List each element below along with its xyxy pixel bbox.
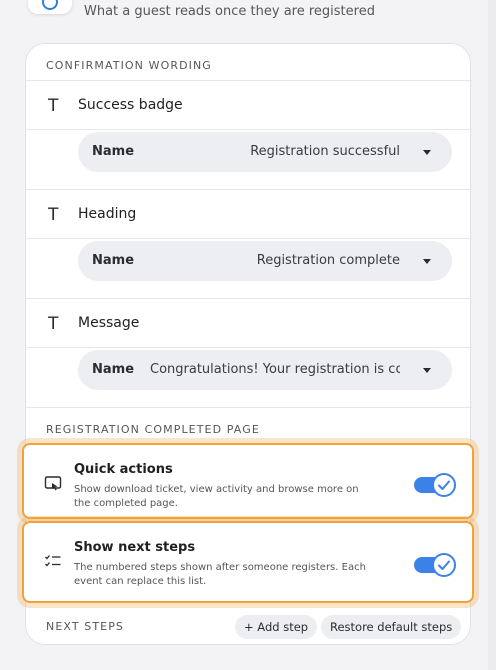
divider bbox=[26, 189, 472, 190]
field-message: T Message bbox=[26, 300, 472, 348]
divider bbox=[26, 347, 472, 348]
section-subtitle: What a guest reads once they are registe… bbox=[84, 4, 375, 19]
name-label: Name bbox=[92, 144, 135, 159]
wording-card: CONFIRMATION WORDING T Success badge Nam… bbox=[22, 43, 474, 645]
add-step-button[interactable]: + Add step bbox=[235, 615, 318, 639]
scrollbar-track[interactable] bbox=[488, 0, 496, 670]
toggle-description: The numbered steps shown after someone r… bbox=[74, 562, 366, 587]
caret-down-icon bbox=[423, 259, 431, 264]
quick-actions-toggle[interactable] bbox=[414, 473, 456, 497]
caret-down-icon bbox=[423, 368, 431, 373]
caret-down-icon bbox=[423, 150, 431, 155]
name-value: Registration successful bbox=[250, 144, 400, 159]
name-value: Congratulations! Your registration is co bbox=[150, 362, 400, 377]
field-title: Success badge bbox=[78, 97, 183, 113]
divider bbox=[26, 80, 472, 81]
show-next-steps-row[interactable]: Show next steps The numbered steps shown… bbox=[22, 521, 474, 603]
restore-default-steps-button[interactable]: Restore default steps bbox=[321, 615, 462, 639]
field-title: Heading bbox=[78, 206, 137, 222]
field-title: Message bbox=[78, 315, 140, 331]
text-field-icon: T bbox=[48, 314, 59, 334]
quick-actions-row[interactable]: Quick actions Show download ticket, view… bbox=[22, 443, 474, 519]
field-heading: T Heading bbox=[26, 191, 472, 239]
divider bbox=[26, 129, 472, 130]
confirmation-section-label: CONFIRMATION WORDING bbox=[46, 59, 212, 72]
name-label: Name bbox=[92, 253, 135, 268]
divider bbox=[26, 298, 472, 299]
check-icon bbox=[432, 473, 456, 497]
text-field-icon: T bbox=[48, 205, 59, 225]
section-icon bbox=[28, 0, 72, 14]
divider bbox=[26, 238, 472, 239]
show-next-steps-toggle[interactable] bbox=[414, 553, 456, 577]
name-value: Registration complete bbox=[256, 253, 400, 268]
completed-page-section-label: REGISTRATION COMPLETED PAGE bbox=[46, 423, 260, 436]
check-icon bbox=[432, 553, 456, 577]
divider bbox=[26, 407, 472, 408]
touch-screen-icon bbox=[44, 476, 62, 491]
field-success-badge: T Success badge bbox=[26, 82, 472, 130]
top-strip: What a guest reads once they are registe… bbox=[0, 0, 496, 34]
name-label: Name bbox=[92, 362, 135, 377]
toggle-title: Quick actions bbox=[74, 462, 173, 477]
message-name-select[interactable]: Name Congratulations! Your registration … bbox=[78, 350, 452, 390]
toggle-title: Show next steps bbox=[74, 540, 196, 555]
text-field-icon: T bbox=[48, 96, 59, 116]
success-badge-name-select[interactable]: Name Registration successful bbox=[78, 132, 452, 172]
next-steps-section-label: NEXT STEPS bbox=[46, 620, 125, 633]
checklist-icon bbox=[45, 555, 61, 567]
toggle-description: Show download ticket, view activity and … bbox=[74, 484, 359, 509]
heading-name-select[interactable]: Name Registration complete bbox=[78, 241, 452, 281]
